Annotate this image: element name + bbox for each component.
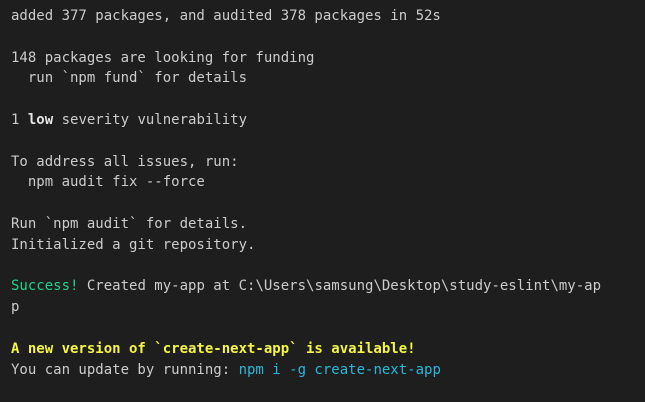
git-init-line: Initialized a git repository. [11,236,256,253]
success-line-wrap: p [11,299,20,316]
vulnerability-line: 1 low severity vulnerability [11,110,645,131]
install-summary-line: added 377 packages, and audited 378 pack… [11,8,441,24]
update-text: You can update by running: [11,361,239,378]
address-issues-line: To address all issues, run: [11,153,239,170]
update-line: You can update by running: npm i -g crea… [11,360,645,381]
vulnerability-count: 1 [11,111,28,128]
success-label: Success! [11,278,79,295]
new-version-notice: A new version of `create-next-app` is av… [11,340,416,357]
audit-fix-command-line: npm audit fix --force [11,174,205,191]
vulnerability-text: severity vulnerability [53,111,248,128]
created-path-text: Created my-app at C:\Users\samsung\Deskt… [78,278,602,295]
vulnerability-level: low [27,111,54,128]
fund-hint-line: run `npm fund` for details [11,70,248,87]
success-line: Success! Created my-app at C:\Users\sams… [11,276,645,297]
terminal-output[interactable]: added 377 packages, and audited 378 pack… [0,0,645,402]
funding-line: 148 packages are looking for funding [11,49,315,66]
update-command: npm i -g create-next-app [238,361,441,378]
audit-hint-line: Run `npm audit` for details. [11,215,248,232]
